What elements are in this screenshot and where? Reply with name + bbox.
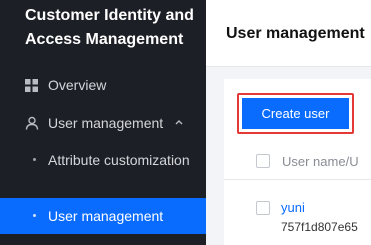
bullet-dot-icon [33,214,36,217]
chevron-up-icon [175,120,183,125]
user-icon [25,116,39,130]
sidebar-item-label: Overview [48,77,107,93]
page-title: User management [226,25,365,42]
sidebar-item-attribute-customization[interactable]: Attribute customization [0,150,206,190]
sidebar-item-label: Attribute customization [48,152,190,168]
select-all-checkbox[interactable] [256,154,270,168]
product-title: Customer Identity and Access Management [25,7,194,48]
row-checkbox[interactable] [256,201,270,215]
table-header: User name/U [224,145,371,180]
bullet-dot-icon [33,158,36,161]
sidebar-item-user-management[interactable]: User management [0,198,206,234]
table-row: yuni 757f1d807e65 [224,190,371,245]
sidebar-group-label: User management [48,115,164,131]
grid-icon [25,79,38,92]
user-id-text: 757f1d807e65 [281,220,358,234]
create-user-button[interactable]: Create user [242,98,349,129]
column-header-user-name: User name/U [282,154,359,169]
page-header: User management [206,0,371,67]
user-name-link[interactable]: yuni [281,200,305,216]
sidebar-item-overview[interactable]: Overview [0,74,206,96]
sidebar-item-label: User management [48,208,164,224]
sidebar: Customer Identity and Access Management … [0,0,206,245]
app-root: Customer Identity and Access Management … [0,0,371,245]
sidebar-group-user-management[interactable]: User management [0,112,206,134]
main-content: User management Create user User name/U … [206,0,371,245]
